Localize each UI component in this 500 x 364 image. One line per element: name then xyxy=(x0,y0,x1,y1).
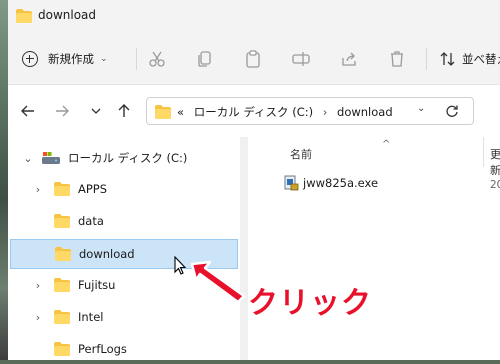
new-button[interactable]: 新規作成 ⌄ xyxy=(22,48,108,70)
refresh-button[interactable] xyxy=(445,103,459,122)
sidebar-item-label: data xyxy=(78,214,104,228)
history-button[interactable] xyxy=(84,99,108,123)
sidebar-item-label: download xyxy=(79,247,135,261)
sidebar-item-label: Intel xyxy=(78,310,104,324)
command-bar: 新規作成 ⌄ 並べ替え xyxy=(8,32,500,85)
folder-icon xyxy=(155,104,171,123)
sidebar-item-label: PerfLogs xyxy=(78,342,127,356)
breadcrumb-item[interactable]: ローカル ディスク (C:) xyxy=(194,105,313,119)
sort-button[interactable]: 並べ替え xyxy=(440,48,500,70)
arrow-up-icon xyxy=(118,104,130,117)
forward-button[interactable] xyxy=(50,99,74,123)
plus-icon xyxy=(22,51,38,67)
file-list: 名前 ^ 更新 jww825a.exe 202 xyxy=(248,137,500,360)
sidebar-scrollbar[interactable] xyxy=(240,137,248,360)
file-name: jww825a.exe xyxy=(303,176,379,190)
scissors-icon xyxy=(149,51,165,67)
arrow-left-icon xyxy=(21,105,34,117)
chevron-right-icon[interactable]: › xyxy=(32,183,44,196)
navigation-bar: « ローカル ディスク (C:) › download ⌄ xyxy=(8,85,500,137)
chevron-right-icon[interactable]: › xyxy=(32,311,44,324)
exe-file-icon xyxy=(283,175,299,191)
title-bar: download xyxy=(8,0,500,32)
column-header-date[interactable]: 更新 xyxy=(490,146,500,178)
breadcrumb-overflow[interactable]: « xyxy=(177,105,184,119)
rename-icon xyxy=(292,52,310,66)
folder-icon xyxy=(54,182,70,196)
folder-icon xyxy=(54,310,70,324)
toolbar-separator xyxy=(136,48,137,70)
folder-icon xyxy=(54,278,70,292)
share-icon xyxy=(342,52,356,66)
folder-icon xyxy=(54,214,70,228)
file-date: 202 xyxy=(490,179,500,191)
address-dropdown-button[interactable]: ⌄ xyxy=(417,103,425,114)
refresh-icon xyxy=(446,105,458,117)
arrow-right-icon xyxy=(56,105,69,117)
paste-button[interactable] xyxy=(242,48,264,70)
chevron-right-icon[interactable]: › xyxy=(32,279,44,292)
sidebar-item-local-disk[interactable]: ⌄ ローカル ディスク (C:) xyxy=(22,143,240,173)
window-title: download xyxy=(38,8,97,22)
breadcrumb: « ローカル ディスク (C:) › download xyxy=(177,104,399,120)
folder-icon xyxy=(54,342,70,356)
column-header-name[interactable]: 名前 xyxy=(290,146,312,162)
share-button[interactable] xyxy=(338,48,360,70)
sidebar-item-data[interactable]: data xyxy=(32,206,240,236)
toolbar-separator xyxy=(426,48,427,70)
back-button[interactable] xyxy=(16,99,40,123)
chevron-down-icon: ⌄ xyxy=(100,54,108,64)
folder-icon xyxy=(16,8,32,27)
chevron-down-icon xyxy=(91,108,101,114)
sidebar-item-label: APPS xyxy=(78,182,108,196)
address-bar[interactable]: « ローカル ディスク (C:) › download ⌄ xyxy=(146,97,474,125)
up-button[interactable] xyxy=(112,99,136,123)
file-row[interactable]: jww825a.exe xyxy=(283,175,378,191)
click-annotation-label: クリック xyxy=(248,286,372,321)
sort-icon xyxy=(440,52,455,66)
sidebar-item-apps[interactable]: › APPS xyxy=(32,174,240,204)
rename-button[interactable] xyxy=(290,48,312,70)
delete-button[interactable] xyxy=(386,48,408,70)
sidebar-item-label: Fujitsu xyxy=(78,278,116,292)
cut-button[interactable] xyxy=(146,48,168,70)
drive-icon xyxy=(42,152,60,164)
sort-ascending-icon: ^ xyxy=(382,139,391,150)
chevron-right-icon: › xyxy=(322,105,328,119)
copy-button[interactable] xyxy=(194,48,216,70)
column-separator[interactable] xyxy=(483,137,484,167)
red-arrow-annotation xyxy=(188,258,248,308)
sidebar-item-label: ローカル ディスク (C:) xyxy=(68,151,188,165)
breadcrumb-item[interactable]: download xyxy=(337,105,393,119)
mouse-cursor-icon xyxy=(174,255,188,280)
chevron-down-icon[interactable]: ⌄ xyxy=(22,152,34,165)
sort-label: 並べ替え xyxy=(462,52,500,66)
copy-icon xyxy=(198,51,211,67)
trash-icon xyxy=(391,51,403,67)
folder-icon xyxy=(55,247,71,261)
new-label: 新規作成 xyxy=(48,52,94,66)
clipboard-icon xyxy=(246,50,260,68)
navigation-pane: ⌄ ローカル ディスク (C:) › APPS data download › … xyxy=(8,137,240,360)
